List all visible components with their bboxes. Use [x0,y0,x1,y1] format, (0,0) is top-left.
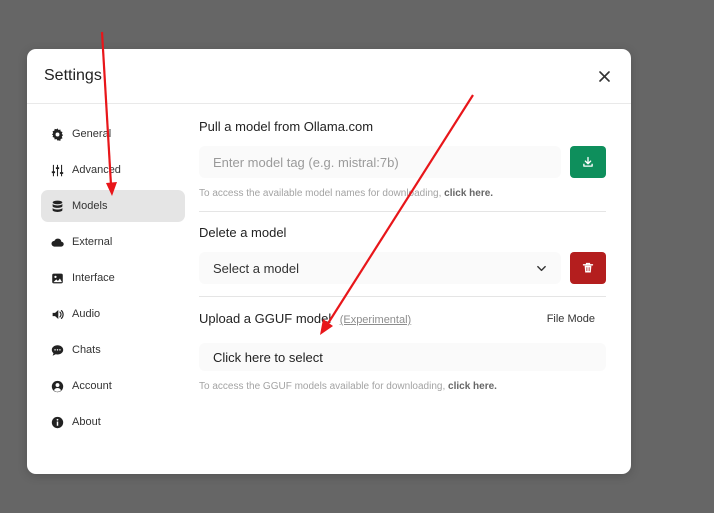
sidebar-item-general[interactable]: General [41,118,185,150]
sidebar-item-label: Models [72,200,108,212]
sidebar-item-interface[interactable]: Interface [41,262,185,294]
pull-hint-link[interactable]: click here. [444,188,493,199]
settings-modal: Settings General Advanced Models Externa… [27,49,631,474]
upload-hint-link[interactable]: click here. [448,381,497,392]
experimental-label: (Experimental) [339,314,412,326]
model-tag-input[interactable] [199,146,561,178]
user-circle-icon [51,380,64,393]
delete-model-row: Select a model [199,252,607,284]
pull-model-title: Pull a model from Ollama.com [199,119,374,134]
model-select[interactable]: Select a model [199,252,561,284]
close-button[interactable] [594,66,614,86]
chat-bubble-icon [51,344,64,357]
sidebar-item-advanced[interactable]: Advanced [41,154,185,186]
sidebar-item-label: Interface [72,272,115,284]
section-divider [199,296,606,297]
gear-icon [51,127,64,141]
pull-hint-text: To access the available model names for … [199,188,442,199]
sidebar-item-account[interactable]: Account [41,370,185,402]
sidebar-item-chats[interactable]: Chats [41,334,185,366]
upload-model-title-group: Upload a GGUF model (Experimental) [199,310,411,328]
sidebar-item-label: Advanced [72,164,121,176]
sidebar-item-label: Account [72,380,112,392]
upload-model-hint: To access the GGUF models available for … [199,381,607,392]
close-icon [598,70,610,82]
model-select-value: Select a model [213,260,299,276]
sidebar-item-label: Audio [72,308,101,320]
upload-hint-text: To access the GGUF models available for … [199,381,446,392]
download-icon [583,156,593,167]
sidebar-item-label: About [72,416,101,428]
pull-model-row [199,146,607,178]
pull-model-button[interactable] [570,146,606,178]
file-mode-toggle[interactable]: File Mode [547,313,595,325]
settings-sidebar: General Advanced Models External Interfa… [41,118,185,442]
sidebar-item-about[interactable]: About [41,406,185,438]
sidebar-item-label: Chats [72,344,101,356]
gguf-file-select-label: Click here to select [213,349,323,365]
gguf-file-select-button[interactable]: Click here to select [199,343,606,371]
trash-icon [582,262,594,273]
section-divider [199,211,606,212]
upload-model-title: Upload a GGUF model [199,311,332,326]
sidebar-item-audio[interactable]: Audio [41,298,185,330]
delete-model-button[interactable] [570,252,606,284]
sidebar-item-label: General [72,128,112,140]
modal-title: Settings [44,67,102,84]
chevron-down-icon [537,265,546,271]
models-panel: Pull a model from Ollama.com To access t… [199,119,607,392]
sidebar-item-models[interactable]: Models [41,190,185,222]
modal-header: Settings [27,49,631,104]
sidebar-item-external[interactable]: External [41,226,185,258]
speaker-icon [51,308,64,321]
image-icon [51,272,64,285]
sidebar-item-label: External [72,236,113,248]
cloud-icon [51,236,64,249]
upload-model-header: Upload a GGUF model (Experimental) File … [199,310,607,328]
delete-model-title: Delete a model [199,225,287,240]
database-icon [51,200,64,213]
sliders-icon [51,164,64,177]
info-icon [51,416,64,429]
pull-model-hint: To access the available model names for … [199,188,607,199]
